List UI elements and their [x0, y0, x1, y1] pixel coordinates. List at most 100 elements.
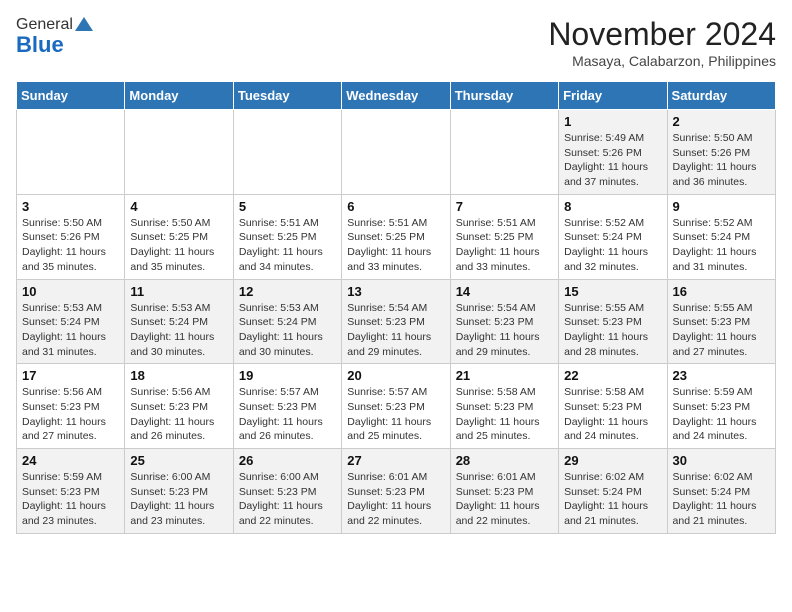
day-info: Sunrise: 5:51 AM Sunset: 5:25 PM Dayligh… — [347, 216, 444, 275]
calendar-cell — [17, 110, 125, 195]
calendar-cell: 11 Sunrise: 5:53 AM Sunset: 5:24 PM Dayli… — [125, 279, 233, 364]
day-info: Sunrise: 5:49 AM Sunset: 5:26 PM Dayligh… — [564, 131, 661, 190]
day-number: 9 — [673, 199, 770, 214]
calendar-cell: 18 Sunrise: 5:56 AM Sunset: 5:23 PM Dayli… — [125, 364, 233, 449]
title-area: November 2024 Masaya, Calabarzon, Philip… — [548, 16, 776, 69]
calendar-cell: 2Sunrise: 5:50 AM Sunset: 5:26 PM Daylig… — [667, 110, 775, 195]
day-number: 6 — [347, 199, 444, 214]
calendar-cell: 16Sunrise: 5:55 AM Sunset: 5:23 PM Dayli… — [667, 279, 775, 364]
day-info: Sunrise: 5:54 AM Sunset: 5:23 PM Dayligh… — [347, 301, 444, 360]
calendar-cell: 28 Sunrise: 6:01 AM Sunset: 5:23 PM Dayli… — [450, 449, 558, 534]
calendar-cell: 14Sunrise: 5:54 AM Sunset: 5:23 PM Dayli… — [450, 279, 558, 364]
calendar-cell: 4Sunrise: 5:50 AM Sunset: 5:25 PM Daylig… — [125, 194, 233, 279]
calendar-cell: 5Sunrise: 5:51 AM Sunset: 5:25 PM Daylig… — [233, 194, 341, 279]
calendar-cell: 7 Sunrise: 5:51 AM Sunset: 5:25 PM Daylig… — [450, 194, 558, 279]
day-info: Sunrise: 5:53 AM Sunset: 5:24 PM Dayligh… — [130, 301, 227, 360]
day-number: 3 — [22, 199, 119, 214]
day-number: 22 — [564, 368, 661, 383]
day-number: 13 — [347, 284, 444, 299]
day-number: 1 — [564, 114, 661, 129]
calendar-week-5: 24 Sunrise: 5:59 AM Sunset: 5:23 PM Dayli… — [17, 449, 776, 534]
day-info: Sunrise: 5:57 AM Sunset: 5:23 PM Dayligh… — [239, 385, 336, 444]
day-info: Sunrise: 5:56 AM Sunset: 5:23 PM Dayligh… — [130, 385, 227, 444]
calendar-cell — [450, 110, 558, 195]
day-info: Sunrise: 5:59 AM Sunset: 5:23 PM Dayligh… — [673, 385, 770, 444]
calendar-cell: 1 Sunrise: 5:49 AM Sunset: 5:26 PM Daylig… — [559, 110, 667, 195]
day-info: Sunrise: 5:50 AM Sunset: 5:26 PM Dayligh… — [673, 131, 770, 190]
day-number: 21 — [456, 368, 553, 383]
day-info: Sunrise: 5:58 AM Sunset: 5:23 PM Dayligh… — [456, 385, 553, 444]
weekday-row: SundayMondayTuesdayWednesdayThursdayFrid… — [17, 82, 776, 110]
day-info: Sunrise: 6:01 AM Sunset: 5:23 PM Dayligh… — [347, 470, 444, 529]
calendar-week-4: 17 Sunrise: 5:56 AM Sunset: 5:23 PM Dayli… — [17, 364, 776, 449]
day-info: Sunrise: 6:00 AM Sunset: 5:23 PM Dayligh… — [130, 470, 227, 529]
calendar-cell: 22Sunrise: 5:58 AM Sunset: 5:23 PM Dayli… — [559, 364, 667, 449]
day-number: 15 — [564, 284, 661, 299]
day-number: 8 — [564, 199, 661, 214]
logo-icon — [75, 17, 93, 31]
calendar-cell: 3Sunrise: 5:50 AM Sunset: 5:26 PM Daylig… — [17, 194, 125, 279]
day-number: 7 — [456, 199, 553, 214]
day-number: 27 — [347, 453, 444, 468]
day-number: 12 — [239, 284, 336, 299]
day-info: Sunrise: 5:56 AM Sunset: 5:23 PM Dayligh… — [22, 385, 119, 444]
day-info: Sunrise: 5:52 AM Sunset: 5:24 PM Dayligh… — [673, 216, 770, 275]
calendar-cell: 9 Sunrise: 5:52 AM Sunset: 5:24 PM Daylig… — [667, 194, 775, 279]
calendar-cell: 13 Sunrise: 5:54 AM Sunset: 5:23 PM Dayli… — [342, 279, 450, 364]
day-number: 19 — [239, 368, 336, 383]
weekday-header-saturday: Saturday — [667, 82, 775, 110]
day-number: 20 — [347, 368, 444, 383]
calendar-week-1: 1 Sunrise: 5:49 AM Sunset: 5:26 PM Daylig… — [17, 110, 776, 195]
calendar-cell: 21 Sunrise: 5:58 AM Sunset: 5:23 PM Dayli… — [450, 364, 558, 449]
day-info: Sunrise: 5:59 AM Sunset: 5:23 PM Dayligh… — [22, 470, 119, 529]
calendar-cell: 20 Sunrise: 5:57 AM Sunset: 5:23 PM Dayli… — [342, 364, 450, 449]
day-info: Sunrise: 5:51 AM Sunset: 5:25 PM Dayligh… — [456, 216, 553, 275]
calendar-cell — [342, 110, 450, 195]
weekday-header-thursday: Thursday — [450, 82, 558, 110]
logo-blue-text: Blue — [16, 32, 64, 58]
day-number: 18 — [130, 368, 227, 383]
logo: General Blue — [16, 16, 93, 58]
day-number: 23 — [673, 368, 770, 383]
month-title: November 2024 — [548, 16, 776, 53]
calendar-body: 1 Sunrise: 5:49 AM Sunset: 5:26 PM Daylig… — [17, 110, 776, 534]
day-number: 29 — [564, 453, 661, 468]
calendar-table: SundayMondayTuesdayWednesdayThursdayFrid… — [16, 81, 776, 534]
day-info: Sunrise: 5:50 AM Sunset: 5:25 PM Dayligh… — [130, 216, 227, 275]
location: Masaya, Calabarzon, Philippines — [548, 53, 776, 69]
calendar-cell: 26 Sunrise: 6:00 AM Sunset: 5:23 PM Dayli… — [233, 449, 341, 534]
day-info: Sunrise: 6:01 AM Sunset: 5:23 PM Dayligh… — [456, 470, 553, 529]
day-number: 16 — [673, 284, 770, 299]
weekday-header-monday: Monday — [125, 82, 233, 110]
day-number: 30 — [673, 453, 770, 468]
day-number: 17 — [22, 368, 119, 383]
day-number: 11 — [130, 284, 227, 299]
day-info: Sunrise: 6:00 AM Sunset: 5:23 PM Dayligh… — [239, 470, 336, 529]
calendar-cell: 8 Sunrise: 5:52 AM Sunset: 5:24 PM Daylig… — [559, 194, 667, 279]
day-info: Sunrise: 5:52 AM Sunset: 5:24 PM Dayligh… — [564, 216, 661, 275]
calendar-week-2: 3Sunrise: 5:50 AM Sunset: 5:26 PM Daylig… — [17, 194, 776, 279]
calendar-cell — [233, 110, 341, 195]
day-info: Sunrise: 5:55 AM Sunset: 5:23 PM Dayligh… — [564, 301, 661, 360]
calendar-cell: 30Sunrise: 6:02 AM Sunset: 5:24 PM Dayli… — [667, 449, 775, 534]
day-info: Sunrise: 5:57 AM Sunset: 5:23 PM Dayligh… — [347, 385, 444, 444]
calendar-cell: 23 Sunrise: 5:59 AM Sunset: 5:23 PM Dayli… — [667, 364, 775, 449]
calendar-cell: 12 Sunrise: 5:53 AM Sunset: 5:24 PM Dayli… — [233, 279, 341, 364]
weekday-header-wednesday: Wednesday — [342, 82, 450, 110]
day-number: 26 — [239, 453, 336, 468]
calendar-cell — [125, 110, 233, 195]
day-info: Sunrise: 5:53 AM Sunset: 5:24 PM Dayligh… — [22, 301, 119, 360]
day-number: 24 — [22, 453, 119, 468]
calendar-header: SundayMondayTuesdayWednesdayThursdayFrid… — [17, 82, 776, 110]
calendar-cell: 6 Sunrise: 5:51 AM Sunset: 5:25 PM Daylig… — [342, 194, 450, 279]
day-number: 25 — [130, 453, 227, 468]
calendar-cell: 10Sunrise: 5:53 AM Sunset: 5:24 PM Dayli… — [17, 279, 125, 364]
day-info: Sunrise: 6:02 AM Sunset: 5:24 PM Dayligh… — [564, 470, 661, 529]
page-header: General Blue November 2024 Masaya, Calab… — [16, 16, 776, 69]
calendar-cell: 27 Sunrise: 6:01 AM Sunset: 5:23 PM Dayli… — [342, 449, 450, 534]
calendar-cell: 17 Sunrise: 5:56 AM Sunset: 5:23 PM Dayli… — [17, 364, 125, 449]
calendar-cell: 24 Sunrise: 5:59 AM Sunset: 5:23 PM Dayli… — [17, 449, 125, 534]
day-info: Sunrise: 5:54 AM Sunset: 5:23 PM Dayligh… — [456, 301, 553, 360]
day-info: Sunrise: 5:53 AM Sunset: 5:24 PM Dayligh… — [239, 301, 336, 360]
day-number: 28 — [456, 453, 553, 468]
